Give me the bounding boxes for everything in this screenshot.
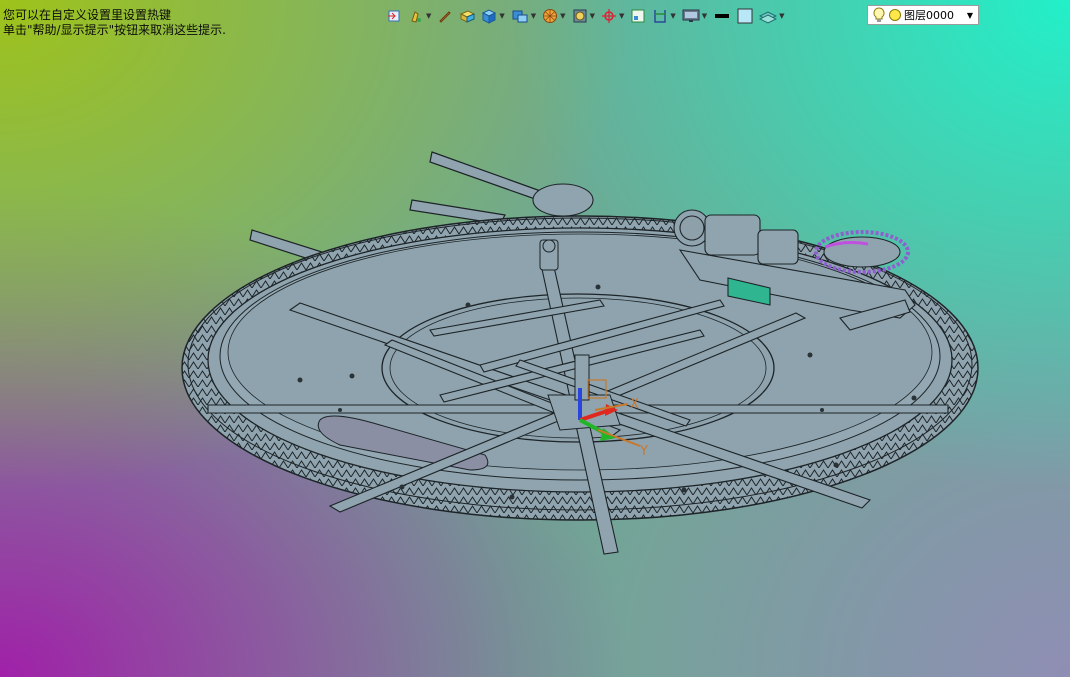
chevron-down-icon: ▼: [779, 11, 785, 20]
line-color-icon: [715, 14, 730, 18]
monitor-button[interactable]: ▼: [680, 5, 709, 27]
monitor-icon: [682, 9, 700, 22]
layer-color-dot: [889, 9, 901, 21]
layer-stack-button[interactable]: ▼: [757, 5, 786, 27]
top-bracket: [539, 239, 559, 271]
lightbulb-icon: [873, 7, 885, 22]
chevron-down-icon: ▼: [560, 11, 566, 20]
sphere-icon: [543, 9, 558, 23]
chevron-down-icon: ▼: [670, 11, 676, 20]
chevron-down-icon[interactable]: ▼: [967, 11, 973, 20]
fill-color-button[interactable]: [735, 5, 755, 27]
chevron-down-icon: ▼: [530, 11, 537, 20]
paint-icon: [411, 11, 421, 23]
chevron-down-icon: ▼: [499, 11, 505, 20]
chain-sprocket: [814, 230, 910, 274]
axis-x-label: X: [630, 397, 639, 412]
hint-line-2: 单击"帮助/显示提示"按钮来取消这些提示.: [3, 23, 226, 37]
paint-button[interactable]: ▼: [406, 5, 433, 27]
frame-button[interactable]: ▼: [570, 5, 597, 27]
chevron-down-icon: ▼: [618, 11, 625, 20]
frame-icon: [573, 9, 587, 23]
cube-icon: [482, 9, 497, 24]
section-button[interactable]: ▼: [650, 5, 677, 27]
window-icon: [631, 9, 645, 23]
sphere-button[interactable]: ▼: [540, 5, 567, 27]
turntable-3d-model[interactable]: X Y: [0, 0, 1070, 677]
window-button[interactable]: [628, 5, 648, 27]
cube-rotate-button[interactable]: ▼: [509, 5, 538, 27]
chevron-down-icon: ▼: [589, 11, 595, 20]
chevron-down-icon: ▼: [701, 11, 708, 20]
fill-color-icon: [737, 8, 753, 24]
pen-button[interactable]: [435, 5, 455, 27]
chevron-down-icon: ▼: [426, 11, 432, 20]
pen-icon: [439, 11, 452, 23]
cube-button[interactable]: ▼: [479, 5, 506, 27]
layer-selector[interactable]: 图层0000 ▼: [867, 5, 979, 25]
axis-y-label: Y: [639, 444, 648, 459]
cube-rotate-icon: [512, 10, 528, 23]
hint-text: 您可以在自定义设置里设置热键 单击"帮助/显示提示"按钮来取消这些提示.: [3, 8, 226, 38]
line-color-button[interactable]: [711, 5, 733, 27]
view-import-icon: [388, 10, 400, 22]
view-import-button[interactable]: [384, 5, 404, 27]
section-icon: [654, 10, 667, 23]
3d-viewport[interactable]: X Y 您可以在自定义设置里设置热键 单击"帮助/显示提示"按钮来取消这些提示.…: [0, 0, 1070, 677]
layer-label: 图层0000: [904, 9, 954, 22]
axis-icon: [601, 9, 616, 23]
box-yellow-icon: [460, 10, 476, 23]
box-yellow-button[interactable]: [457, 5, 477, 27]
hint-line-1: 您可以在自定义设置里设置热键: [3, 8, 172, 22]
view-toolbar: ▼ ▼ ▼ ▼ ▼ ▼ ▼ ▼ ▼: [384, 4, 787, 28]
layer-stack-icon: [759, 11, 778, 24]
axis-button[interactable]: ▼: [599, 5, 626, 27]
